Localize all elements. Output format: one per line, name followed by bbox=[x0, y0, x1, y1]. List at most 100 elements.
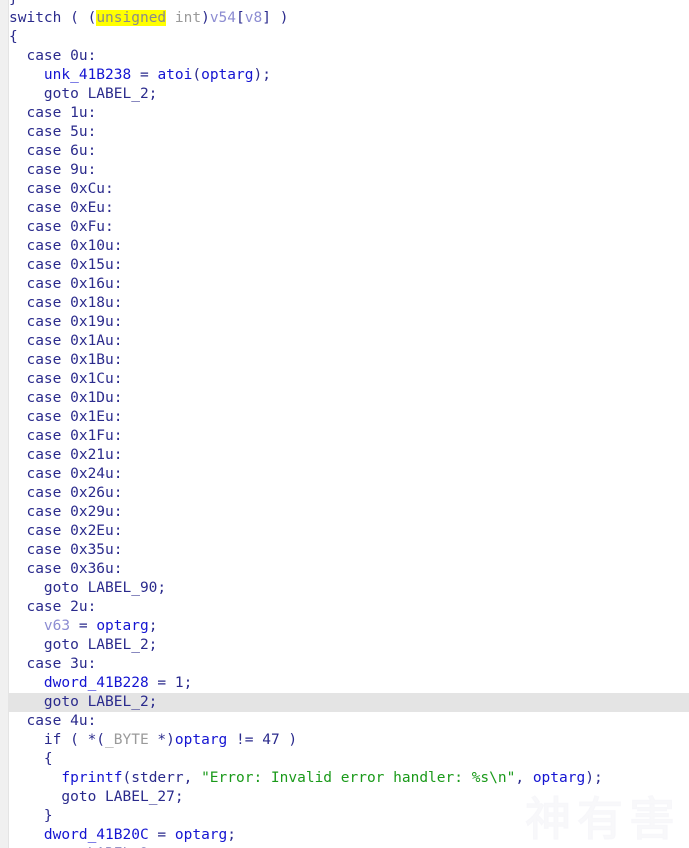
code-line[interactable]: { bbox=[9, 28, 689, 47]
code-token-keyword: goto bbox=[43, 86, 79, 102]
code-token-keyword: goto bbox=[43, 637, 79, 653]
code-line[interactable]: case 0x1Cu: bbox=[9, 370, 689, 389]
code-line[interactable]: case 6u: bbox=[9, 142, 689, 161]
code-token-plain: 0x2Eu: bbox=[61, 523, 123, 539]
code-token-keyword: case bbox=[26, 200, 62, 216]
code-line[interactable]: dword_41B228 = 1; bbox=[9, 674, 689, 693]
code-token-keyword: case bbox=[26, 181, 62, 197]
code-line[interactable]: case 5u: bbox=[9, 123, 689, 142]
code-line[interactable]: case 0x1Eu: bbox=[9, 408, 689, 427]
code-token-keyword: case bbox=[26, 561, 62, 577]
code-line[interactable]: case 0x16u: bbox=[9, 275, 689, 294]
code-line[interactable]: case 0x21u: bbox=[9, 446, 689, 465]
code-line[interactable]: goto LABEL_2; bbox=[9, 85, 689, 104]
code-token-keyword: case bbox=[26, 295, 62, 311]
code-token-plain: 5u: bbox=[61, 124, 97, 140]
code-token-ident: dword_41B228 bbox=[43, 675, 149, 691]
code-token-plain: 0x26u: bbox=[61, 485, 123, 501]
code-token-keyword: case bbox=[26, 162, 62, 178]
code-token-ident: fprintf bbox=[61, 770, 123, 786]
code-line[interactable]: case 0x29u: bbox=[9, 503, 689, 522]
code-line[interactable]: case 3u: bbox=[9, 655, 689, 674]
code-line-highlighted[interactable]: goto LABEL_2; bbox=[0, 693, 689, 712]
code-token-plain: ] ) bbox=[262, 10, 289, 26]
code-line[interactable]: dword_41B20C = optarg; bbox=[9, 826, 689, 845]
code-token-keyword: case bbox=[26, 656, 62, 672]
code-line[interactable]: { bbox=[9, 750, 689, 769]
code-token-ident: optarg bbox=[174, 827, 228, 843]
code-token-plain: ( ( bbox=[61, 10, 97, 26]
code-line[interactable]: goto LABEL_90; bbox=[9, 579, 689, 598]
code-token-plain: 0u: bbox=[61, 48, 97, 64]
code-line[interactable]: case 4u: bbox=[9, 712, 689, 731]
code-line[interactable]: } bbox=[9, 807, 689, 826]
code-token-plain: ; bbox=[227, 827, 237, 843]
code-line[interactable]: case 2u: bbox=[9, 598, 689, 617]
code-line[interactable]: if ( *(_BYTE *)optarg != 47 ) bbox=[9, 731, 689, 750]
code-line[interactable]: case 0x18u: bbox=[9, 294, 689, 313]
code-listing[interactable]: }switch ( (unsigned int)v54[v8] ){ case … bbox=[0, 0, 689, 848]
code-line[interactable]: case 0x26u: bbox=[9, 484, 689, 503]
code-token-keyword: case bbox=[26, 333, 62, 349]
code-token-keyword: case bbox=[26, 447, 62, 463]
code-token-plain: 0x1Eu: bbox=[61, 409, 123, 425]
code-line[interactable]: case 0xFu: bbox=[9, 218, 689, 237]
code-line[interactable]: switch ( (unsigned int)v54[v8] ) bbox=[9, 9, 689, 28]
code-token-plain: 1u: bbox=[61, 105, 97, 121]
code-line[interactable]: case 0xEu: bbox=[9, 199, 689, 218]
code-line[interactable]: case 0x36u: bbox=[9, 560, 689, 579]
code-token-hl[interactable]: unsigned bbox=[96, 10, 167, 26]
code-token-plain: 0xFu: bbox=[61, 219, 114, 235]
code-token-plain: 0x1Bu: bbox=[61, 352, 123, 368]
code-line[interactable]: case 0xCu: bbox=[9, 180, 689, 199]
code-line[interactable]: unk_41B238 = atoi(optarg); bbox=[9, 66, 689, 85]
code-token-keyword: case bbox=[26, 390, 62, 406]
code-line[interactable]: case 0x1Bu: bbox=[9, 351, 689, 370]
code-line[interactable]: case 0x15u: bbox=[9, 256, 689, 275]
code-token-keyword: case bbox=[26, 371, 62, 387]
code-line[interactable]: case 0x1Fu: bbox=[9, 427, 689, 446]
code-token-plain: } bbox=[43, 808, 53, 824]
code-token-plain: 0x1Du: bbox=[61, 390, 123, 406]
code-line[interactable]: case 0x1Du: bbox=[9, 389, 689, 408]
code-token-plain: 6u: bbox=[61, 143, 97, 159]
code-token-plain: 0x18u: bbox=[61, 295, 123, 311]
code-line[interactable]: case 0x1Au: bbox=[9, 332, 689, 351]
code-line[interactable]: case 0x35u: bbox=[9, 541, 689, 560]
code-token-local: v8 bbox=[244, 10, 263, 26]
code-line[interactable]: case 0x2Eu: bbox=[9, 522, 689, 541]
code-line[interactable]: case 0u: bbox=[9, 47, 689, 66]
code-line[interactable]: case 1u: bbox=[9, 104, 689, 123]
code-line[interactable]: fprintf(stderr, "Error: Invalid error ha… bbox=[9, 769, 689, 788]
code-line[interactable]: } bbox=[9, 0, 689, 9]
code-line[interactable]: case 9u: bbox=[9, 161, 689, 180]
code-token-ident: dword_41B20C bbox=[43, 827, 149, 843]
code-token-plain: ) bbox=[201, 10, 210, 26]
pseudocode-view[interactable]: }switch ( (unsigned int)v54[v8] ){ case … bbox=[0, 0, 689, 848]
code-token-keyword: case bbox=[26, 713, 62, 729]
code-token-keyword: case bbox=[26, 599, 62, 615]
code-line[interactable]: case 0x24u: bbox=[9, 465, 689, 484]
code-token-plain: ( bbox=[192, 67, 202, 83]
code-line[interactable]: v63 = optarg; bbox=[9, 617, 689, 636]
code-token-keyword: case bbox=[26, 143, 62, 159]
line-gutter[interactable] bbox=[0, 0, 9, 848]
code-line[interactable]: goto LABEL_27; bbox=[9, 788, 689, 807]
code-token-keyword: switch bbox=[9, 10, 62, 26]
code-line[interactable]: case 0x19u: bbox=[9, 313, 689, 332]
code-line[interactable]: case 0x10u: bbox=[9, 237, 689, 256]
code-token-plain: 9u: bbox=[61, 162, 97, 178]
code-line[interactable]: goto LABEL_2; bbox=[9, 636, 689, 655]
code-token-keyword: case bbox=[26, 504, 62, 520]
